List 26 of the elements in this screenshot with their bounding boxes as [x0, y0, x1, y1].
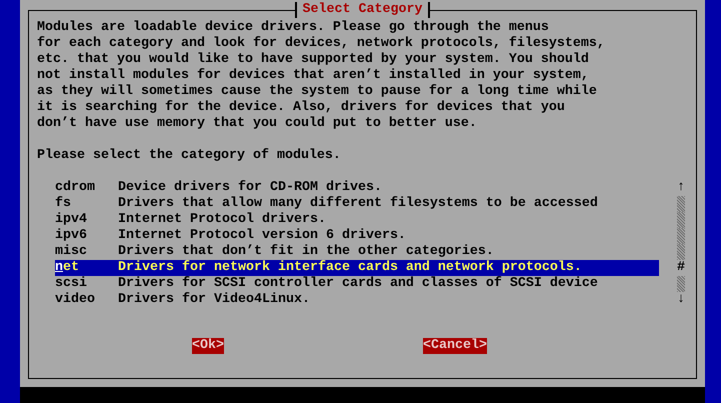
item-description: Drivers for network interface cards and network protocols.	[118, 260, 583, 276]
ok-button[interactable]: <Ok>	[192, 338, 224, 354]
item-name[interactable]: video	[55, 292, 118, 308]
item-name[interactable]: net	[55, 260, 118, 276]
item-description: Device drivers for CD-ROM drives.	[118, 180, 383, 196]
item-description: Drivers for Video4Linux.	[118, 292, 311, 308]
item-description: Drivers that allow many different filesystems to be accessed	[118, 196, 599, 212]
scroll-thumb[interactable]: #	[676, 260, 686, 276]
scroll-down-arrow[interactable]: ↓	[676, 292, 686, 308]
item-name[interactable]: fs	[55, 196, 118, 212]
message-text: Modules are loadable device drivers. Please go through the menus for each category and look for devices, network protocols, filesystems, etc. that you would like to have supported by your system. You should not install modules for devices that aren’t installed in your system, as they will sometimes cause the system to pause for a long time while it is searching for the device. Also, drivers for devices that you don’t have use memory that you could put to better use.	[37, 20, 606, 132]
item-description: Internet Protocol drivers.	[118, 212, 327, 228]
dialog-title: Select Category	[294, 2, 430, 18]
prompt-text: Please select the category of modules.	[37, 148, 342, 164]
item-description: Internet Protocol version 6 drivers.	[118, 228, 407, 244]
menu-item-highlight[interactable]: net Drivers for network interface cards and network protocols.	[55, 260, 659, 276]
cancel-button[interactable]: <Cancel>	[423, 338, 487, 354]
scroll-up-arrow[interactable]: ↑	[676, 180, 686, 196]
item-name[interactable]: misc	[55, 244, 118, 260]
item-name[interactable]: scsi	[55, 276, 118, 292]
item-name[interactable]: ipv6	[55, 228, 118, 244]
item-name[interactable]: cdrom	[55, 180, 118, 196]
item-description: Drivers that don’t fit in the other categories.	[118, 244, 495, 260]
scroll-track	[677, 276, 685, 292]
item-description: Drivers for SCSI controller cards and classes of SCSI device	[118, 276, 599, 292]
item-name[interactable]: ipv4	[55, 212, 118, 228]
